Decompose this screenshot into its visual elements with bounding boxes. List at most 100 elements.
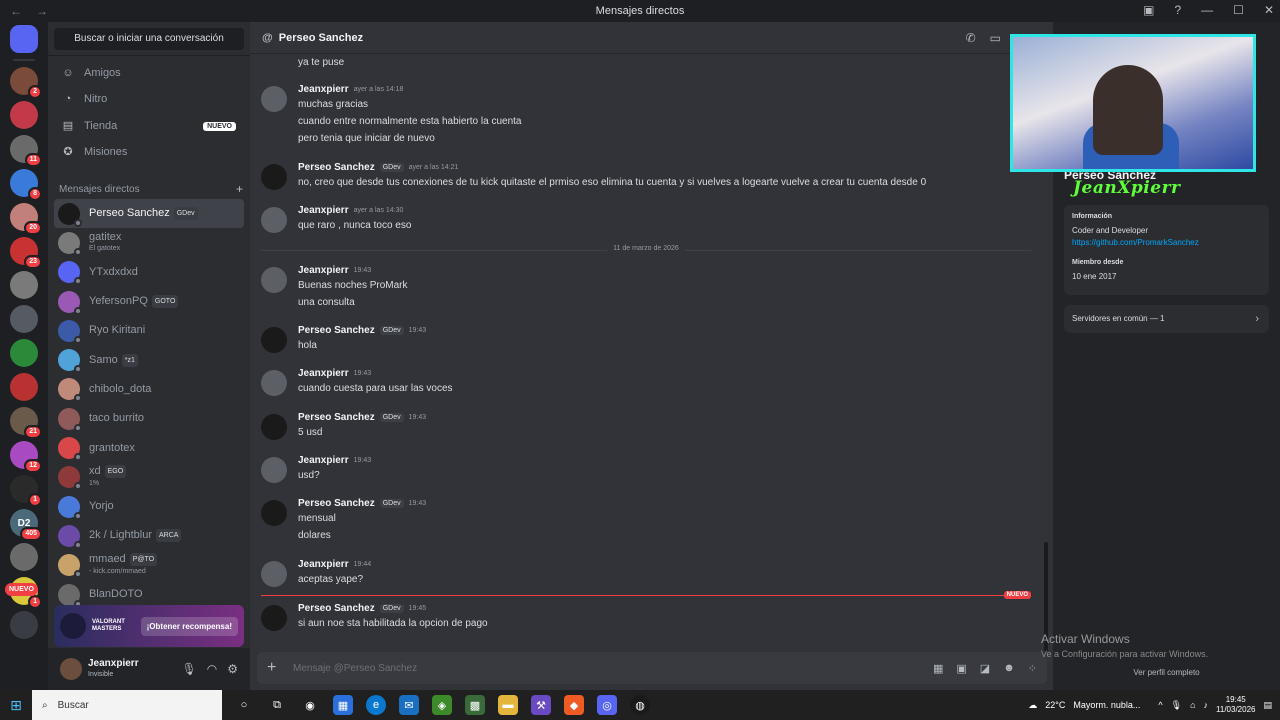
server-icon[interactable]: 23 [10, 237, 42, 269]
message-author[interactable]: Jeanxpierr [298, 559, 349, 570]
dm-item[interactable]: chibolo_dota [54, 375, 244, 404]
promo-banner[interactable]: VALORANT MASTERS ¡Obtener recompensa! [54, 605, 244, 647]
chat-recipient-name[interactable]: Perseo Sanchez [279, 32, 363, 44]
mutual-servers-row[interactable]: Servidores en común — 1 › [1064, 305, 1269, 333]
server-icon[interactable] [10, 543, 38, 571]
gift-icon[interactable]: ▦ [933, 662, 943, 675]
mic-tray-icon[interactable]: 🎙︎ [1171, 700, 1182, 711]
server-icon[interactable]: 11 [10, 135, 42, 167]
settings-gear-icon[interactable]: ⚙ [227, 662, 238, 676]
nav-shop[interactable]: ▤ Tienda NUEVO [54, 113, 244, 139]
dm-item[interactable]: Perseo Sanchez GDev [54, 199, 244, 229]
server-icon[interactable]: 8 [10, 169, 42, 201]
obs-icon[interactable]: ◍ [630, 695, 650, 715]
brave-icon[interactable]: ◆ [564, 695, 584, 715]
server-icon[interactable]: 12 [10, 441, 42, 473]
apps-icon[interactable]: ⁘ [1028, 662, 1037, 675]
dm-item[interactable]: 2k / Lightblur ARCA [54, 521, 244, 550]
volume-icon[interactable]: ♪ [1204, 700, 1209, 710]
message-author[interactable]: Jeanxpierr [298, 205, 349, 216]
server-icon[interactable]: D2 405 [10, 509, 42, 541]
avatar[interactable] [261, 164, 287, 190]
dm-item[interactable]: Yorjo [54, 492, 244, 521]
server-icon[interactable]: 1 [10, 475, 42, 507]
close-button[interactable]: ✕ [1264, 3, 1274, 17]
server-icon[interactable] [10, 373, 38, 401]
server-icon[interactable]: 21 [10, 407, 42, 439]
server-icon[interactable] [10, 305, 38, 333]
mail-icon[interactable]: ✉ [399, 695, 419, 715]
dm-item[interactable]: YTxdxdxd [54, 258, 244, 287]
cortana-icon[interactable]: ○ [234, 695, 254, 715]
dm-item[interactable]: xd EGO 1% [54, 463, 244, 492]
server-icon[interactable] [10, 611, 38, 639]
taskbar-search[interactable]: ⌕ Buscar [32, 690, 222, 720]
dm-item[interactable]: grantotex [54, 433, 244, 462]
network-icon[interactable]: ⌂ [1190, 700, 1195, 710]
weather-temp[interactable]: 22°C [1045, 700, 1065, 710]
avatar[interactable] [60, 658, 82, 680]
message-author[interactable]: Perseo Sanchez [298, 603, 375, 614]
minimize-button[interactable]: — [1201, 3, 1213, 17]
game-app-icon[interactable]: ▩ [465, 695, 485, 715]
task-view-icon[interactable]: ⧉ [267, 695, 287, 715]
avatar[interactable] [261, 370, 287, 396]
message-composer[interactable]: + Mensaje @Perseo Sanchez ▦ ▣ ◪ ☻ ⁘ [257, 652, 1047, 684]
avatar[interactable] [261, 267, 287, 293]
server-icon[interactable] [10, 271, 38, 299]
help-icon[interactable]: ? [1174, 3, 1181, 17]
server-icon[interactable] [10, 101, 38, 129]
gif-icon[interactable]: ▣ [956, 662, 966, 675]
avatar[interactable] [261, 86, 287, 112]
dm-item[interactable]: Samo *z1 [54, 345, 244, 374]
attach-plus-icon[interactable]: + [267, 659, 281, 677]
nav-quests[interactable]: ✪ Misiones [54, 139, 244, 165]
user-info[interactable]: Jeanxpierr Invisible [88, 658, 139, 680]
tool-icon[interactable]: ⚒ [531, 695, 551, 715]
dm-item[interactable]: YefersonPQ GOTO [54, 287, 244, 316]
message-author[interactable]: Jeanxpierr [298, 455, 349, 466]
avatar[interactable] [261, 414, 287, 440]
new-servers-pill[interactable]: NUEVO [5, 583, 38, 596]
start-button[interactable]: ⊞ [0, 690, 32, 720]
dm-item[interactable]: taco burrito [54, 404, 244, 433]
add-dm-icon[interactable]: + [236, 183, 243, 195]
headset-icon[interactable]: ◠ [207, 662, 217, 676]
claim-reward-button[interactable]: ¡Obtener recompensa! [140, 616, 238, 636]
weather-desc[interactable]: Mayorm. nubla... [1073, 700, 1140, 710]
message-author[interactable]: Perseo Sanchez [298, 325, 375, 336]
view-full-profile-link[interactable]: Ver perfil completo [1053, 668, 1280, 677]
edge-icon[interactable]: e [366, 695, 386, 715]
message-author[interactable]: Perseo Sanchez [298, 498, 375, 509]
dm-item[interactable]: gatitex El gatotex [54, 228, 244, 257]
profile-link[interactable]: https://github.com/PromarkSanchez [1072, 238, 1261, 247]
store-icon[interactable]: ▦ [333, 695, 353, 715]
discord-taskbar-icon[interactable]: ◎ [597, 695, 617, 715]
discord-home-icon[interactable] [10, 25, 38, 53]
nvidia-icon[interactable]: ◈ [432, 695, 452, 715]
dm-item[interactable]: mmaed P@TO - kick.com/mmaed [54, 551, 244, 580]
file-explorer-icon[interactable]: ▬ [498, 695, 518, 715]
conversation-search-button[interactable]: Buscar o iniciar una conversación [54, 28, 244, 50]
microphone-icon[interactable]: 🎙︎ [182, 662, 197, 676]
emoji-icon[interactable]: ☻ [1003, 662, 1015, 675]
avatar[interactable] [261, 605, 287, 631]
avatar[interactable] [261, 457, 287, 483]
server-icon[interactable]: 2 [10, 67, 42, 99]
maximize-button[interactable]: ☐ [1233, 3, 1244, 17]
server-icon[interactable] [10, 339, 38, 367]
avatar[interactable] [261, 561, 287, 587]
message-author[interactable]: Perseo Sanchez [298, 162, 375, 173]
server-icon[interactable]: 20 [10, 203, 42, 235]
tray-chevron-icon[interactable]: ^ [1158, 700, 1162, 710]
message-author[interactable]: Perseo Sanchez [298, 412, 375, 423]
video-icon[interactable]: ▭ [990, 31, 1001, 45]
call-icon[interactable]: ✆ [966, 31, 976, 45]
avatar[interactable] [261, 327, 287, 353]
message-author[interactable]: Jeanxpierr [298, 368, 349, 379]
nav-friends[interactable]: ☺ Amigos [54, 60, 244, 86]
nav-nitro[interactable]: ◔ Nitro [54, 86, 244, 112]
message-author[interactable]: Jeanxpierr [298, 84, 349, 95]
message-input[interactable]: Mensaje @Perseo Sanchez [293, 663, 417, 674]
app-icon[interactable]: ◉ [300, 695, 320, 715]
